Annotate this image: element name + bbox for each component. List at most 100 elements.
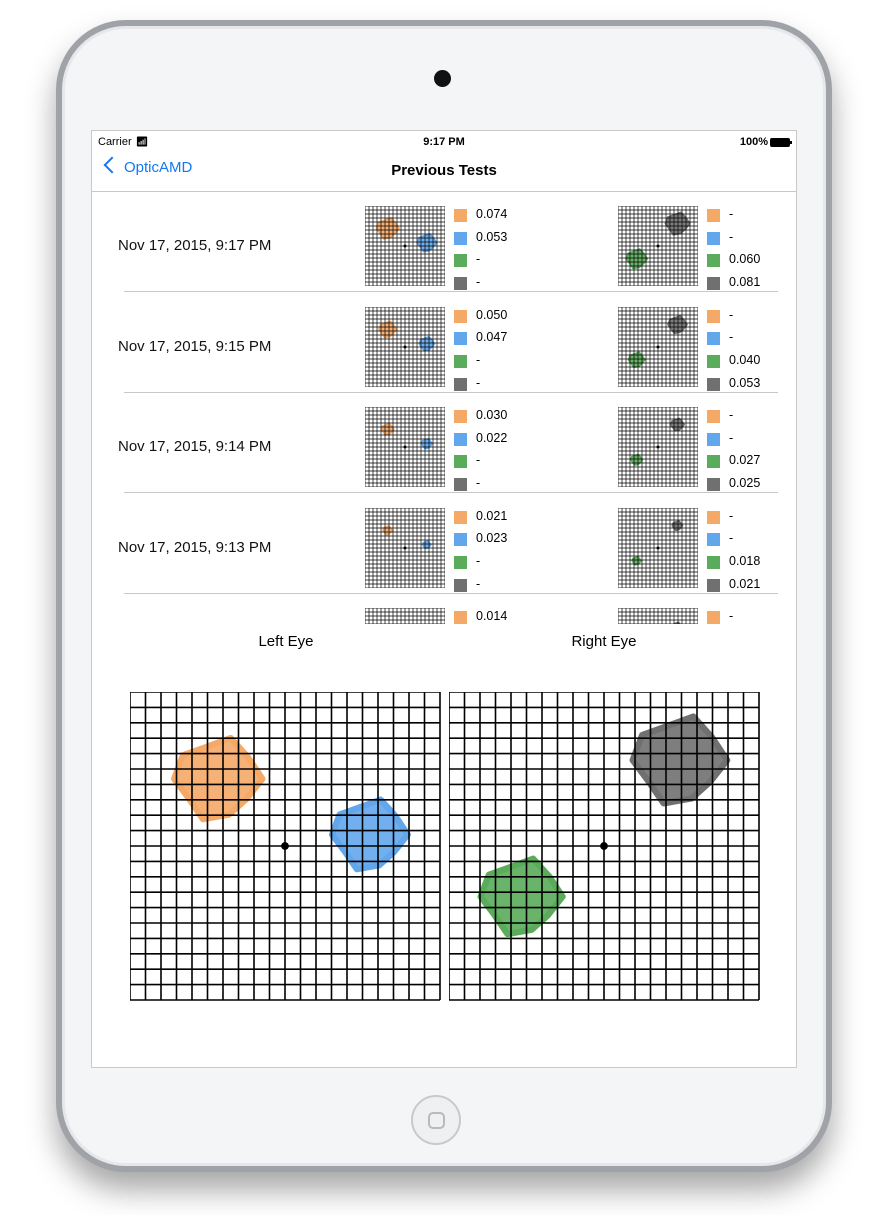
legend-value: - — [476, 375, 481, 390]
legend-value: 0.014 — [476, 609, 508, 623]
right-eye-legend: - — [707, 608, 796, 624]
home-button[interactable] — [411, 1095, 461, 1145]
orange-swatch — [707, 410, 720, 423]
legend-item: 0.021 — [454, 508, 554, 531]
test-row[interactable]: 0.014 - — [92, 594, 796, 624]
orange-swatch — [707, 209, 720, 222]
blue-defect — [329, 796, 411, 873]
legend-item: 0.050 — [454, 307, 554, 330]
legend-value: 0.081 — [729, 275, 761, 290]
legend-item: 0.047 — [454, 329, 554, 352]
tests-list[interactable]: Nov 17, 2015, 9:17 PM 0.074 0.053 - - - - 0.060… — [92, 192, 796, 624]
fixation-dot — [656, 345, 660, 348]
gray-swatch — [454, 578, 467, 592]
legend-item: 0.022 — [454, 430, 554, 453]
green-defect — [627, 350, 646, 368]
gray-swatch — [454, 277, 467, 291]
legend-item: - — [707, 329, 796, 352]
legend-value: - — [729, 207, 734, 221]
legend-item: - — [454, 352, 554, 375]
fixation-dot — [656, 445, 660, 449]
legend-item: - — [707, 407, 796, 430]
right-eye-thumbnail — [618, 306, 698, 387]
legend-item: 0.027 — [707, 452, 796, 475]
legend-value: - — [729, 330, 734, 345]
legend-value: 0.022 — [476, 430, 508, 445]
test-row[interactable]: Nov 17, 2015, 9:13 PM 0.021 0.023 - - - - 0.018… — [92, 494, 796, 594]
legend-item: - — [707, 229, 796, 252]
left-eye-thumbnail — [365, 608, 445, 624]
orange-defect — [375, 217, 401, 240]
left-eye-legend: 0.021 0.023 - - — [454, 508, 554, 599]
camera-lens — [434, 70, 451, 87]
status-bar: Carrier 📶︎ 9:17 PM 100% — [92, 131, 796, 151]
gray-swatch — [707, 377, 720, 391]
test-date: Nov 17, 2015, 9:13 PM — [118, 538, 272, 556]
right-eye-label: Right Eye — [571, 633, 637, 650]
legend-item: - — [454, 553, 554, 576]
legend-value: 0.053 — [476, 229, 508, 244]
gray-swatch — [454, 377, 467, 391]
green-swatch — [454, 354, 467, 368]
legend-item: - — [707, 307, 796, 330]
legend-item: 0.040 — [707, 352, 796, 375]
fixation-dot — [403, 345, 407, 348]
legend-value: 0.047 — [476, 330, 508, 345]
fixation-dot — [656, 244, 660, 248]
legend-value: - — [476, 576, 481, 591]
left-eye-legend: 0.030 0.022 - - — [454, 407, 554, 498]
legend-item: 0.074 — [454, 206, 554, 229]
green-swatch — [707, 354, 720, 368]
fixation-dot — [656, 546, 660, 549]
right-eye-thumbnail — [618, 507, 698, 588]
left-eye-thumbnail — [365, 407, 445, 487]
legend-value: - — [476, 476, 481, 491]
fixation-dot — [403, 244, 407, 248]
orange-swatch — [454, 209, 467, 222]
legend-item: 0.060 — [707, 251, 796, 274]
right-eye-thumbnail — [618, 407, 698, 487]
left-eye-label: Left Eye — [258, 633, 314, 650]
legend-value: 0.021 — [729, 576, 761, 591]
blue-swatch — [707, 432, 720, 446]
legend-value: - — [729, 508, 734, 523]
right-eye-thumbnail — [618, 206, 698, 286]
legend-item: 0.030 — [454, 407, 554, 430]
fixation-dot — [403, 445, 407, 449]
orange-defect — [380, 422, 395, 436]
test-row[interactable]: Nov 17, 2015, 9:17 PM 0.074 0.053 - - - - 0.060… — [92, 192, 796, 292]
status-time: 9:17 PM — [423, 136, 465, 148]
home-square-icon — [428, 1112, 445, 1129]
legend-value: 0.050 — [476, 307, 508, 322]
left-eye-legend: 0.050 0.047 - - — [454, 307, 554, 398]
legend-item: 0.023 — [454, 530, 554, 553]
test-row[interactable]: Nov 17, 2015, 9:15 PM 0.050 0.047 - - - - 0.040… — [92, 293, 796, 393]
right-eye-legend: - - 0.040 0.053 — [707, 307, 796, 398]
right-eye-legend: - - 0.018 0.021 — [707, 508, 796, 599]
orange-swatch — [454, 410, 467, 423]
legend-value: 0.023 — [476, 531, 508, 546]
blue-swatch — [454, 231, 467, 245]
gray-swatch — [707, 478, 720, 492]
fixation-dot — [600, 842, 608, 850]
orange-swatch — [454, 510, 467, 524]
legend-value: 0.053 — [729, 375, 761, 390]
legend-item: - — [454, 452, 554, 475]
legend-value: - — [729, 430, 734, 445]
test-row[interactable]: Nov 17, 2015, 9:14 PM 0.030 0.022 - - - - 0.027… — [92, 393, 796, 493]
left-eye-legend: 0.014 — [454, 608, 554, 624]
left-eye-thumbnail — [365, 507, 445, 588]
green-swatch — [454, 254, 467, 268]
legend-value: 0.025 — [729, 476, 761, 491]
legend-item: - — [707, 206, 796, 229]
battery-indicator: 100% — [740, 136, 792, 148]
blue-defect — [421, 539, 432, 549]
orange-defect — [381, 524, 394, 536]
legend-value: - — [476, 453, 481, 468]
navigation-bar: OpticAMD Previous Tests — [92, 151, 796, 192]
blue-swatch — [707, 332, 720, 346]
legend-item: - — [454, 251, 554, 274]
orange-defect — [170, 734, 266, 823]
legend-item: 0.014 — [454, 608, 554, 624]
green-swatch — [454, 555, 467, 569]
